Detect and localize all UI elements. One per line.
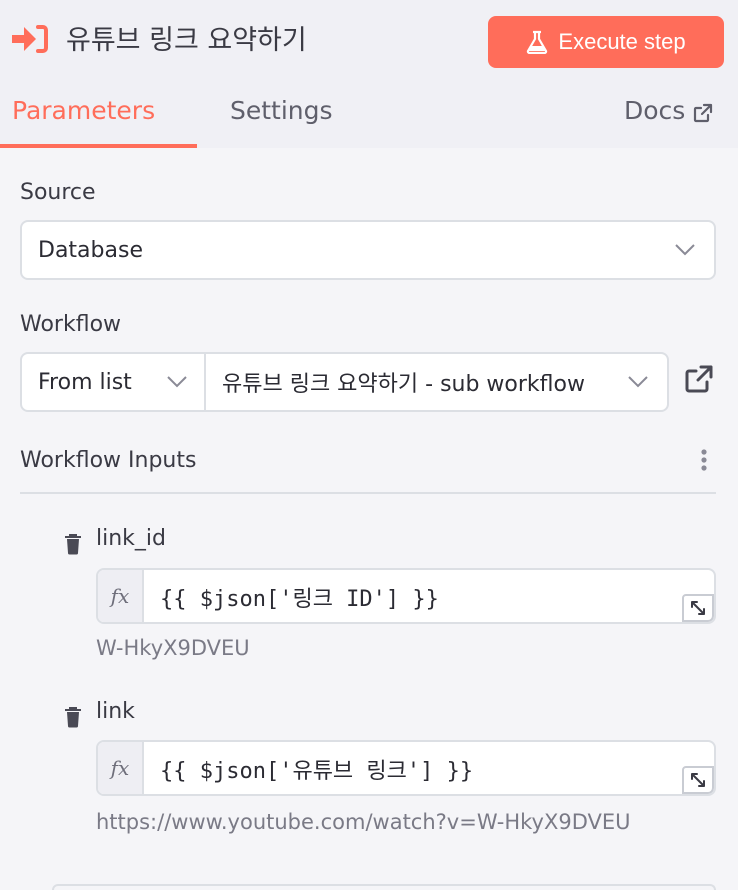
source-value: Database xyxy=(38,237,143,263)
tab-settings[interactable]: Settings xyxy=(230,96,333,125)
expand-icon xyxy=(691,601,705,615)
flask-icon xyxy=(527,30,548,54)
expression-text: {{ $json['링크 ID'] }} xyxy=(160,587,439,612)
trash-icon[interactable] xyxy=(64,533,82,555)
expand-button[interactable] xyxy=(682,594,714,622)
tab-docs[interactable]: Docs xyxy=(624,96,713,125)
chevron-down-icon xyxy=(675,244,695,256)
open-workflow-external-link-icon[interactable] xyxy=(684,364,714,394)
expand-icon xyxy=(691,773,705,787)
expression-text: {{ $json['유튜브 링크'] }} xyxy=(160,759,474,784)
workflow-inputs-title: Workflow Inputs xyxy=(20,448,197,473)
expression-result: W-HkyX9DVEU xyxy=(96,636,250,660)
execute-step-button[interactable]: Execute step xyxy=(488,16,724,68)
expression-input[interactable]: fx {{ $json['유튜브 링크'] }} xyxy=(96,740,716,796)
workflow-label: Workflow xyxy=(20,312,122,337)
workflow-value: 유튜브 링크 요약하기 - sub workflow xyxy=(222,372,585,397)
workflow-mode-value: From list xyxy=(38,369,132,395)
chevron-down-icon xyxy=(167,376,187,388)
source-select[interactable]: Database xyxy=(20,220,716,280)
trash-icon[interactable] xyxy=(64,706,82,728)
section-divider xyxy=(20,492,716,494)
next-section-edge xyxy=(52,884,716,890)
tab-parameters[interactable]: Parameters xyxy=(12,96,155,125)
expression-result: https://www.youtube.com/watch?v=W-HkyX9D… xyxy=(96,810,631,834)
external-link-icon xyxy=(694,103,713,122)
field-name: link_id xyxy=(96,526,166,551)
workflow-select[interactable]: 유튜브 링크 요약하기 - sub workflow xyxy=(204,352,669,412)
expression-input[interactable]: fx {{ $json['링크 ID'] }} xyxy=(96,568,716,624)
chevron-down-icon xyxy=(628,376,648,388)
sign-in-arrow-icon xyxy=(12,25,48,53)
field-name: link xyxy=(96,699,135,724)
node-title: 유튜브 링크 요약하기 xyxy=(66,25,307,56)
expand-button[interactable] xyxy=(682,766,714,794)
source-label: Source xyxy=(20,180,96,205)
active-tab-indicator xyxy=(0,144,197,148)
execute-step-label: Execute step xyxy=(558,29,686,54)
vertical-dots-icon[interactable] xyxy=(700,448,708,472)
workflow-mode-select[interactable]: From list xyxy=(20,352,208,412)
node-header: 유튜브 링크 요약하기 Execute step Parameters Sett… xyxy=(0,0,738,148)
fx-icon: fx xyxy=(98,570,144,622)
fx-icon: fx xyxy=(98,742,144,794)
tab-docs-label: Docs xyxy=(624,96,686,125)
